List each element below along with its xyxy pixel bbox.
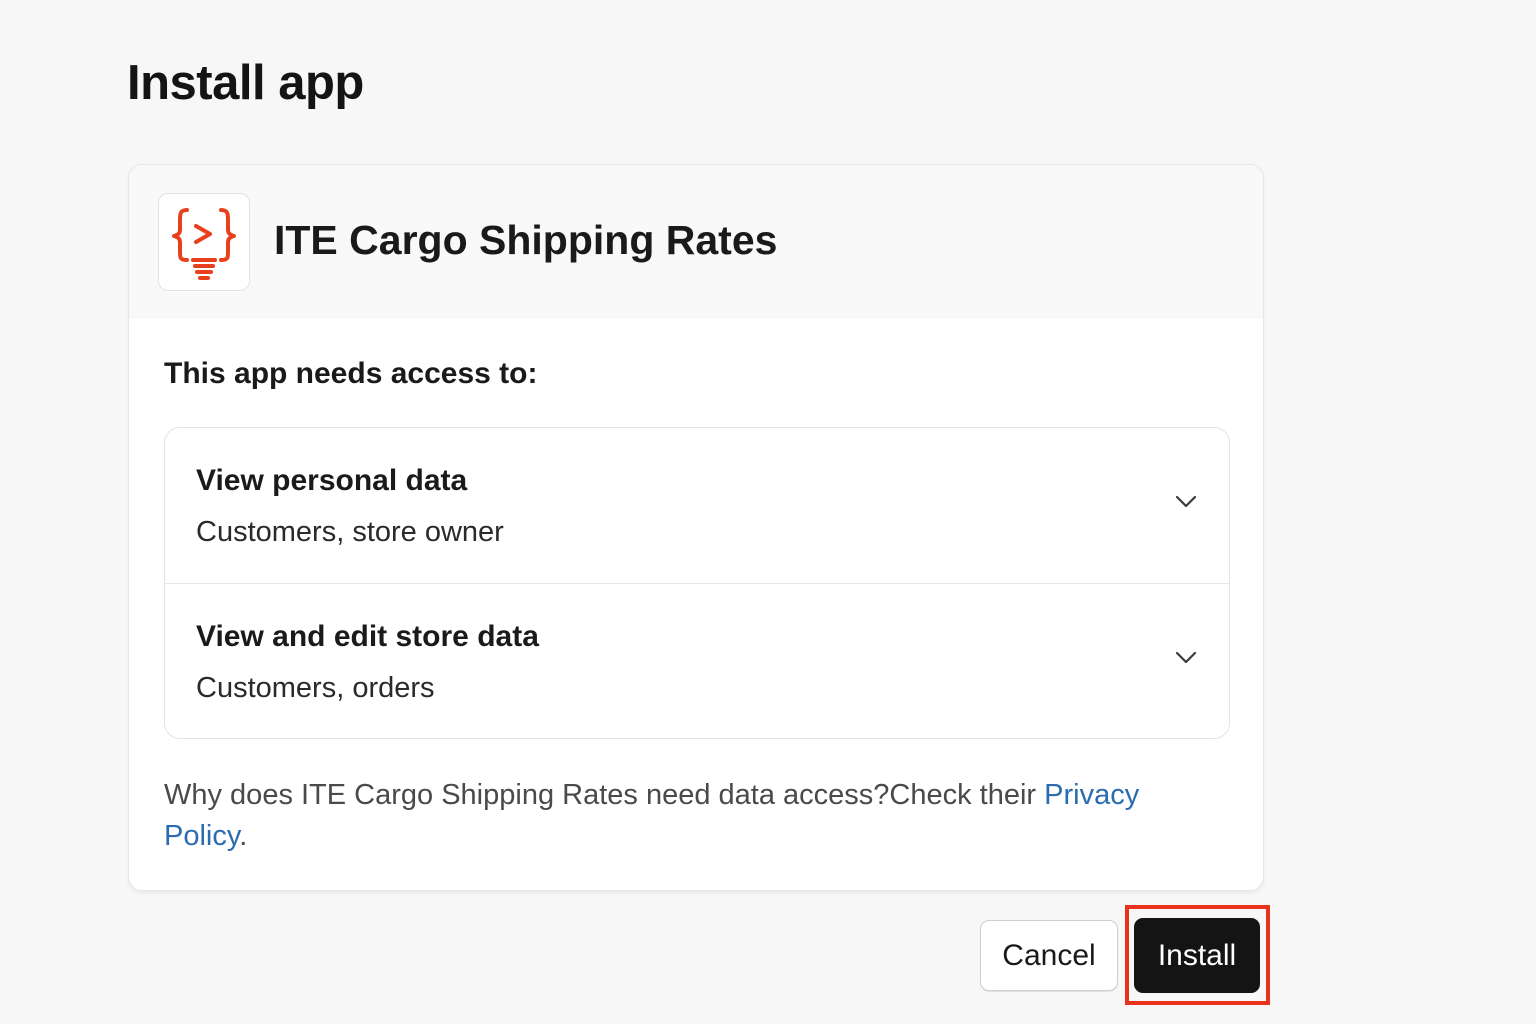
access-heading: This app needs access to: — [164, 357, 538, 390]
permission-title: View and edit store data — [196, 620, 539, 653]
page-title: Install app — [127, 56, 364, 110]
footnote-period: . — [239, 820, 248, 852]
permission-title: View personal data — [196, 464, 468, 497]
install-button[interactable]: Install — [1134, 918, 1260, 993]
permission-description: Customers, orders — [196, 672, 435, 704]
chevron-down-icon[interactable] — [1173, 644, 1199, 670]
code-lightbulb-icon — [172, 208, 236, 280]
install-card: ITE Cargo Shipping Rates This app needs … — [128, 164, 1264, 891]
app-name: ITE Cargo Shipping Rates — [274, 217, 778, 263]
app-logo — [158, 193, 250, 291]
permissions-list: View personal data Customers, store owne… — [164, 427, 1230, 739]
permission-description: Customers, store owner — [196, 516, 504, 548]
cancel-button[interactable]: Cancel — [980, 920, 1118, 991]
permission-personal-data[interactable]: View personal data Customers, store owne… — [165, 428, 1229, 584]
data-access-note: Why does ITE Cargo Shipping Rates need d… — [164, 775, 1224, 857]
footnote-text: Why does ITE Cargo Shipping Rates need d… — [164, 779, 1045, 811]
app-header: ITE Cargo Shipping Rates — [129, 165, 1263, 319]
chevron-down-icon[interactable] — [1173, 488, 1199, 514]
permission-store-data[interactable]: View and edit store data Customers, orde… — [165, 584, 1229, 738]
